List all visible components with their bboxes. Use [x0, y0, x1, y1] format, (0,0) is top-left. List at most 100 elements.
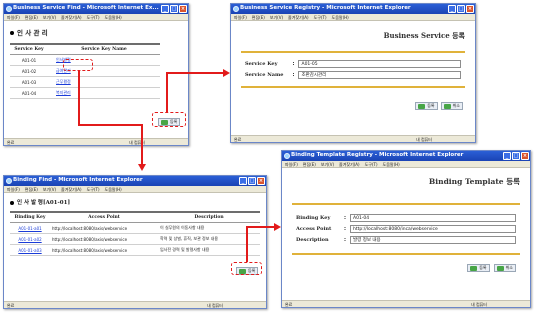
status-text: 완료	[7, 303, 15, 308]
cancel-button[interactable]: 취소	[440, 102, 463, 110]
menu-bar: 파일(F) 편집(E) 보기(V) 즐겨찾기(A) 도구(T) 도움말(H)	[4, 14, 188, 21]
title-bar[interactable]: Business Service Find - Microsoft Intern…	[4, 4, 188, 14]
connector-line	[166, 72, 224, 74]
cancel-button[interactable]: 취소	[493, 264, 516, 272]
col-service-name: Service Key Name	[48, 43, 160, 55]
table-row: A01-01-a03 http://localhost:8080/axis/we…	[10, 244, 260, 256]
access-point: http://localhost:8080/axis/webservice	[50, 222, 158, 234]
title-bar[interactable]: Binding Find - Microsoft Internet Explor…	[4, 176, 266, 186]
menu-tools[interactable]: 도구(T)	[87, 15, 100, 20]
status-text: 완료	[234, 137, 242, 142]
binding-key-link[interactable]: A01-01-a03	[18, 248, 41, 253]
maximize-button[interactable]: □	[512, 152, 520, 160]
menu-tools[interactable]: 도구(T)	[314, 15, 327, 20]
service-name-field[interactable]: 조판감시관리	[298, 71, 461, 79]
binding-table: Binding Key Access Point Description A01…	[10, 211, 260, 256]
binding-key-link[interactable]: A01-01-a01	[18, 226, 41, 231]
status-text: 완료	[7, 140, 15, 145]
menu-bar: 파일(F) 편집(E) 보기(V) 즐겨찾기(A) 도구(T) 도움말(H)	[4, 186, 266, 193]
register-button[interactable]: 등록	[467, 264, 490, 272]
menu-edit[interactable]: 편집(E)	[252, 15, 265, 20]
ie-icon	[6, 6, 12, 12]
description-label: Description	[296, 237, 329, 243]
menu-file[interactable]: 파일(F)	[234, 15, 247, 20]
maximize-button[interactable]: □	[457, 5, 465, 13]
cancel-icon	[443, 103, 451, 109]
menu-file[interactable]: 파일(F)	[7, 187, 20, 192]
service-key: A01-04	[10, 87, 48, 99]
register-icon	[418, 103, 426, 109]
menu-favorites[interactable]: 즐겨찾기(A)	[61, 187, 82, 192]
status-text: 완료	[285, 302, 293, 307]
arrow-head-icon	[223, 69, 230, 77]
access-point: http://localhost:8080/axis/webservice	[50, 244, 158, 256]
close-button[interactable]: ×	[466, 5, 474, 13]
connector-line	[141, 124, 143, 165]
status-bar: 완료 내 컴퓨터	[282, 300, 530, 307]
service-key: A01-02	[10, 65, 48, 77]
service-name-link[interactable]: 복지관리	[56, 90, 71, 95]
menu-file[interactable]: 파일(F)	[285, 162, 298, 167]
description: 이 실무원의 이동사항 내용	[158, 222, 260, 234]
menu-tools[interactable]: 도구(T)	[87, 187, 100, 192]
menu-favorites[interactable]: 즐겨찾기(A)	[61, 15, 82, 20]
minimize-button[interactable]: _	[161, 5, 169, 13]
menu-edit[interactable]: 편집(E)	[303, 162, 316, 167]
description-field[interactable]: 발령 정보 내용	[350, 236, 516, 244]
register-icon	[470, 265, 478, 271]
menu-edit[interactable]: 편집(E)	[25, 15, 38, 20]
status-zone: 내 컴퓨터	[471, 302, 487, 307]
title-bar[interactable]: Binding Template Registry - Microsoft In…	[282, 151, 530, 161]
page-title: Binding Template 등록	[428, 177, 520, 186]
menu-view[interactable]: 보기(V)	[270, 15, 283, 20]
menu-help[interactable]: 도움말(H)	[332, 15, 349, 20]
access-point-field[interactable]: http://localhost:8080/inca/webservice	[350, 225, 516, 233]
menu-view[interactable]: 보기(V)	[43, 15, 56, 20]
menu-view[interactable]: 보기(V)	[321, 162, 334, 167]
binding-key-link[interactable]: A01-01-a02	[18, 237, 41, 242]
binding-key-label: Binding Key	[296, 215, 331, 221]
cancel-icon	[496, 265, 504, 271]
title-bar[interactable]: Business Service Registry - Microsoft In…	[231, 4, 475, 14]
col-access-point: Access Point	[50, 211, 158, 223]
service-key: A01-01	[10, 54, 48, 66]
menu-bar: 파일(F) 편집(E) 보기(V) 즐겨찾기(A) 도구(T) 도움말(H)	[231, 14, 475, 21]
minimize-button[interactable]: _	[503, 152, 511, 160]
menu-tools[interactable]: 도구(T)	[365, 162, 378, 167]
binding-form: Binding Key : A01-04 Access Point : http…	[292, 203, 520, 255]
window-title: Binding Find - Microsoft Internet Explor…	[13, 177, 143, 183]
menu-help[interactable]: 도움말(H)	[105, 187, 122, 192]
menu-view[interactable]: 보기(V)	[43, 187, 56, 192]
service-key-label: Service Key	[245, 61, 278, 67]
status-bar: 완료 내 컴퓨터	[231, 135, 475, 142]
menu-favorites[interactable]: 즐겨찾기(A)	[339, 162, 360, 167]
access-point-label: Access Point	[296, 226, 332, 232]
close-button[interactable]: ×	[257, 177, 265, 185]
binding-find-window: Binding Find - Microsoft Internet Explor…	[3, 175, 267, 309]
minimize-button[interactable]: _	[448, 5, 456, 13]
close-button[interactable]: ×	[179, 5, 187, 13]
minimize-button[interactable]: _	[239, 177, 247, 185]
col-binding-key: Binding Key	[10, 211, 50, 223]
maximize-button[interactable]: □	[170, 5, 178, 13]
maximize-button[interactable]: □	[248, 177, 256, 185]
window-title: Business Service Find - Microsoft Intern…	[13, 5, 159, 11]
connector-line	[166, 72, 168, 112]
page-heading: 인 사 관 리	[10, 27, 182, 37]
ie-icon	[233, 6, 239, 12]
register-button[interactable]: 등록	[415, 102, 438, 110]
status-zone: 내 컴퓨터	[129, 140, 145, 145]
bullet-icon	[10, 200, 14, 205]
service-name-link[interactable]: 근무평정	[56, 79, 71, 84]
menu-help[interactable]: 도움말(H)	[105, 15, 122, 20]
menu-edit[interactable]: 편집(E)	[25, 187, 38, 192]
menu-favorites[interactable]: 즐겨찾기(A)	[288, 15, 309, 20]
menu-help[interactable]: 도움말(H)	[383, 162, 400, 167]
menu-file[interactable]: 파일(F)	[7, 15, 20, 20]
status-zone: 내 컴퓨터	[207, 303, 223, 308]
service-form: Service Key : A01-05 Service Name : 조판감시…	[241, 51, 465, 88]
close-button[interactable]: ×	[521, 152, 529, 160]
binding-key-field[interactable]: A01-04	[350, 214, 516, 222]
highlight-service-link	[63, 59, 93, 71]
service-key-field[interactable]: A01-05	[298, 60, 461, 68]
